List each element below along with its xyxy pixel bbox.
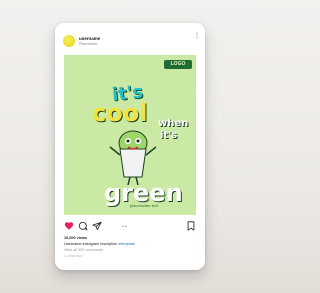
poster-text-its-2: it's — [160, 130, 178, 141]
more-options-icon[interactable]: ⋮ — [194, 33, 200, 39]
heart-icon[interactable] — [64, 221, 74, 231]
share-icon[interactable] — [92, 221, 102, 231]
caption-username[interactable]: Username — [64, 242, 82, 246]
caption-text: instagram inscription — [81, 242, 119, 246]
poster-text-cool: cool — [92, 99, 148, 127]
post-image[interactable]: LOGO it's cool when it's green placehold… — [64, 55, 196, 215]
post-timestamp: 1 HOUR AGO — [64, 254, 83, 258]
caption-hashtag[interactable]: #template — [118, 242, 135, 246]
post-username[interactable]: username — [79, 36, 100, 41]
poster-text-when: when — [158, 118, 189, 129]
carousel-dots-icon: • • — [122, 224, 127, 230]
brand-logo: LOGO — [164, 60, 192, 69]
poster-small-text: placeholder text — [130, 203, 159, 208]
caption: Username instagram inscription #template — [64, 242, 135, 246]
view-comments-link[interactable]: View all 300 comments — [64, 248, 103, 252]
comment-icon[interactable] — [78, 221, 88, 231]
phone-frame: username Placeholder ⋮ LOGO it's cool wh… — [55, 23, 205, 270]
avatar[interactable] — [63, 35, 75, 47]
likes-count[interactable]: 10,000 views — [64, 236, 87, 240]
ice-cream-illustration — [109, 130, 157, 185]
post-header: username Placeholder ⋮ — [63, 33, 200, 49]
post-location[interactable]: Placeholder — [79, 42, 97, 46]
post-actions: • • — [64, 221, 196, 231]
bookmark-icon[interactable] — [186, 221, 196, 231]
